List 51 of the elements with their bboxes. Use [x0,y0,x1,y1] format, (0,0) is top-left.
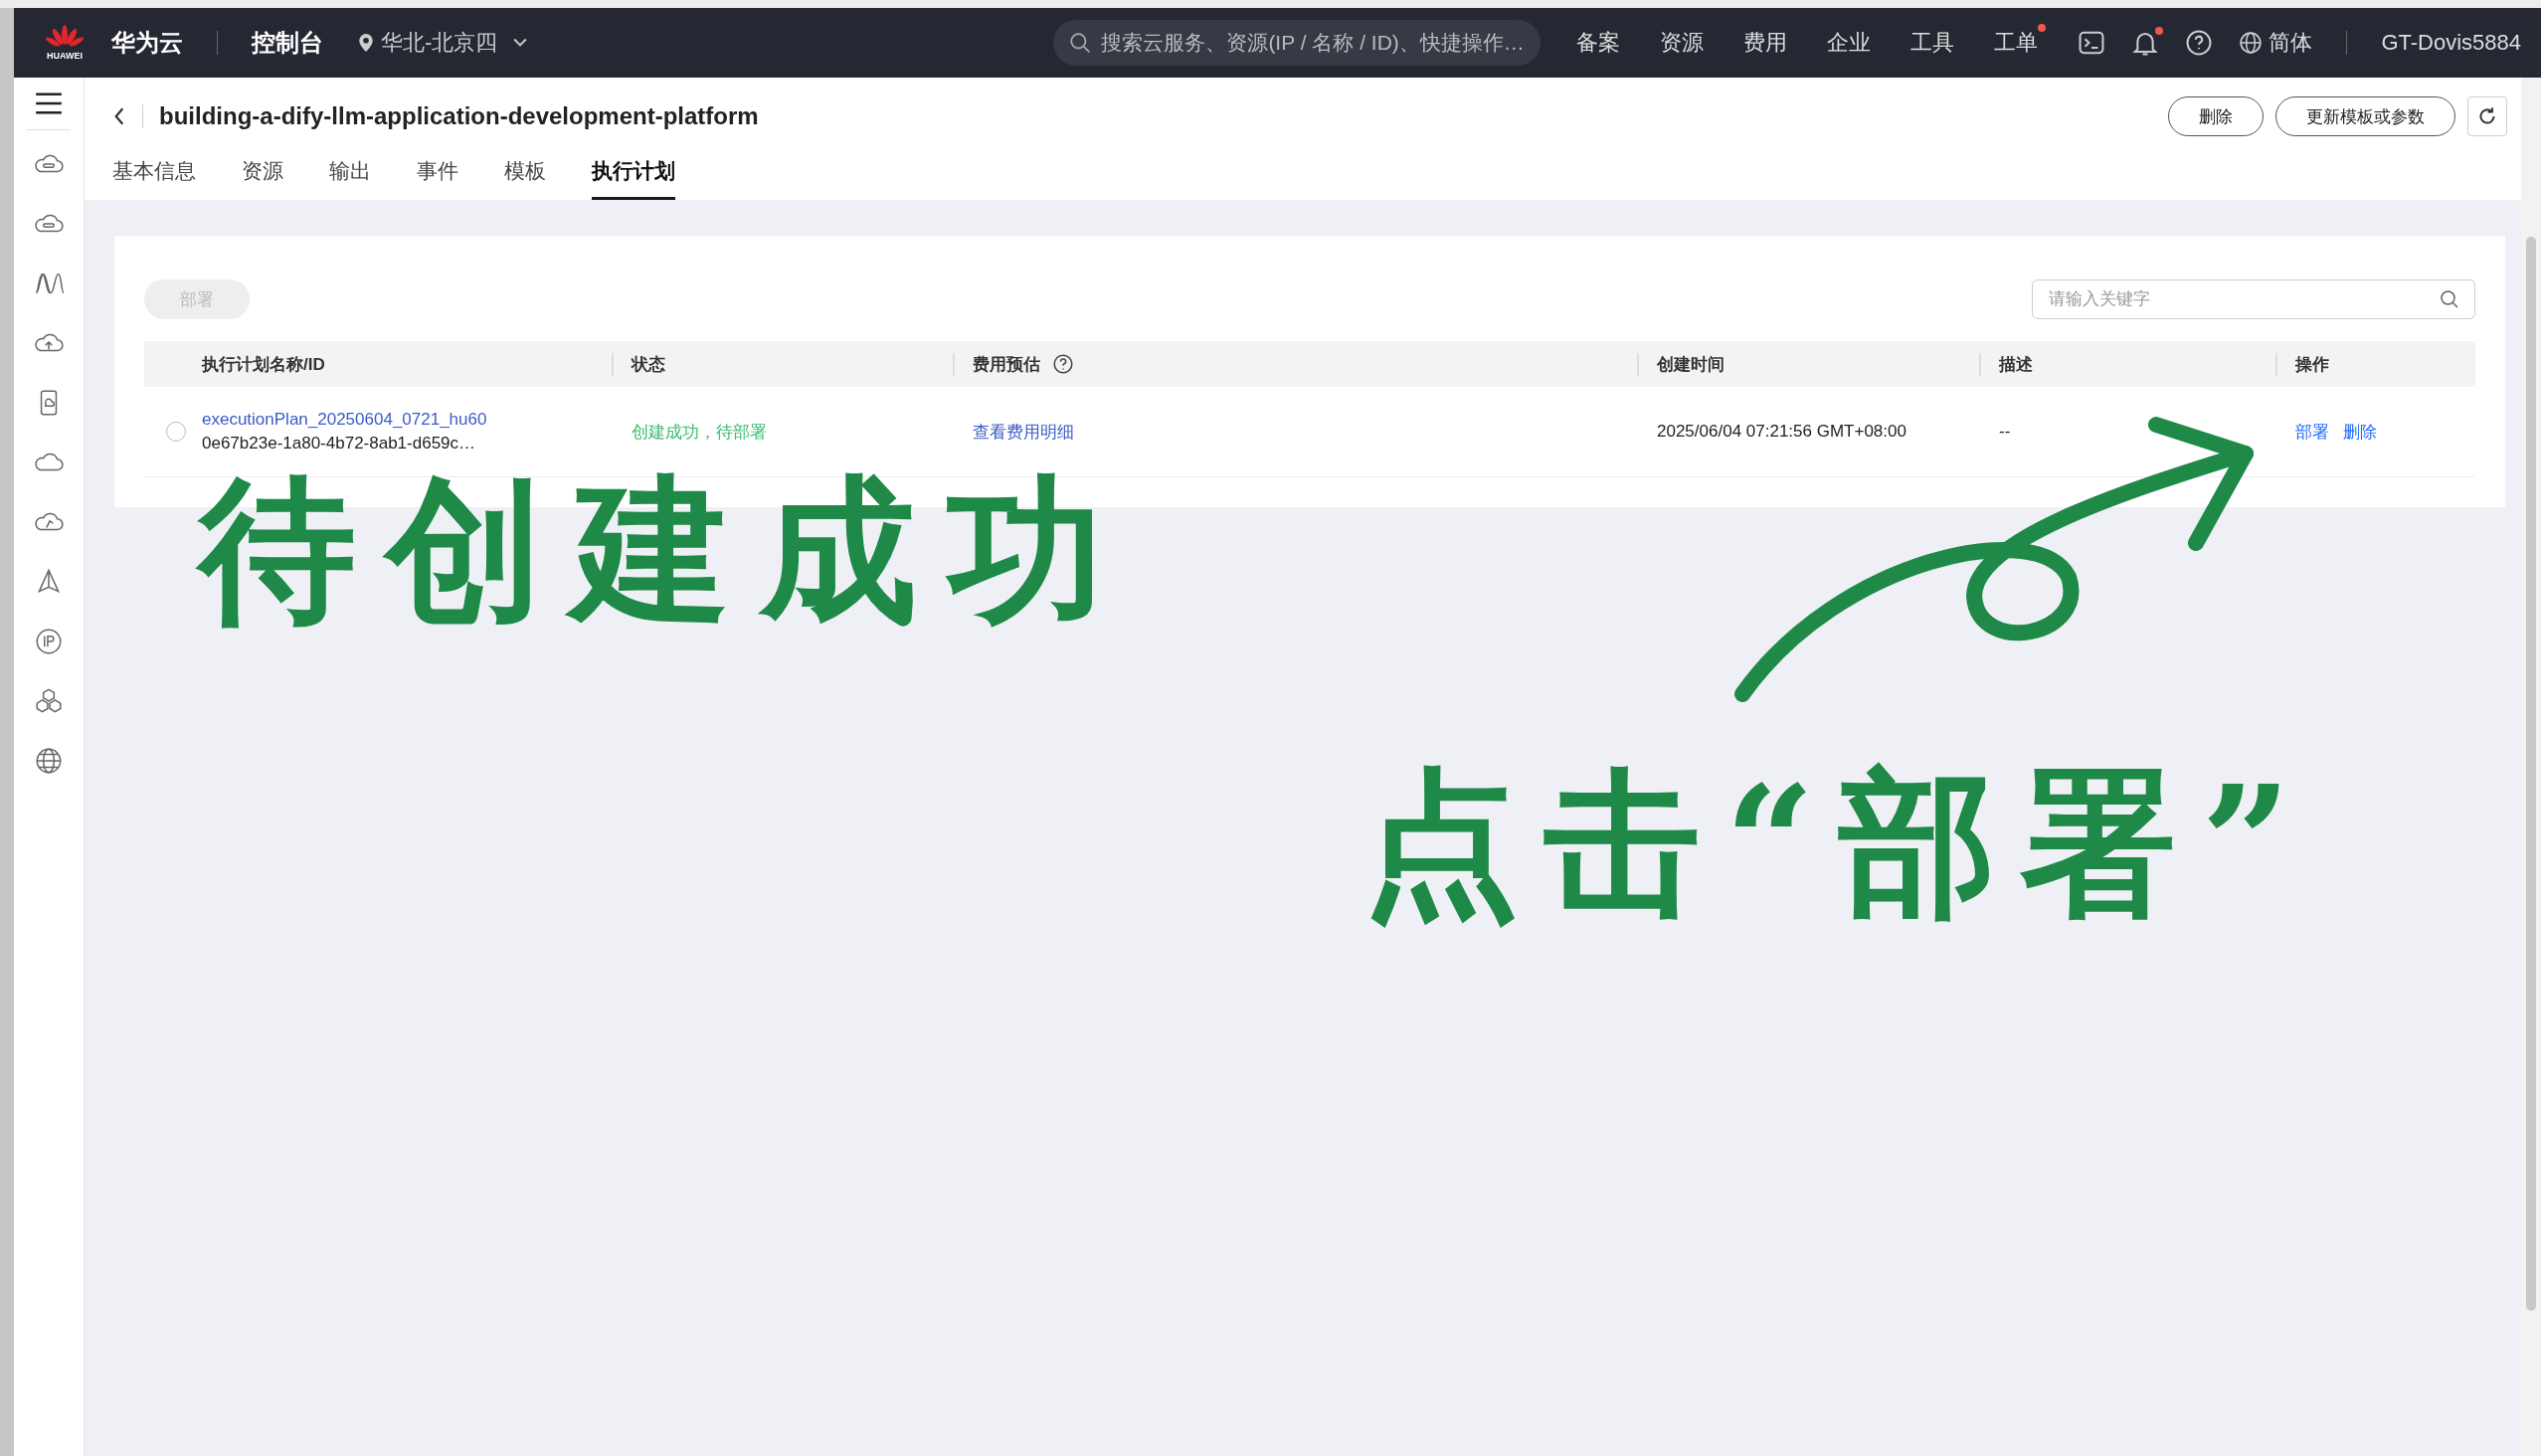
search-field[interactable]: 搜索云服务、资源(IP / 名称 / ID)、快捷操作… [1053,20,1542,66]
language-selector[interactable]: 简体 [2239,28,2313,58]
column-header: 执行计划名称/ID [202,353,325,376]
console-link[interactable]: 控制台 [252,27,323,59]
tab[interactable]: 资源 [242,147,283,200]
description-text: -- [1999,422,2011,442]
tab[interactable]: 执行计划 [592,147,675,200]
tab[interactable]: 事件 [417,147,458,200]
help-icon[interactable] [1052,353,1074,375]
created-time: 2025/06/04 07:21:56 GMT+08:00 [1657,422,1906,442]
tab[interactable]: 输出 [329,147,371,200]
keyword-search-field[interactable]: 请输入关键字 [2032,279,2475,319]
nav-link[interactable]: 工单 [1994,30,2039,55]
user-name[interactable]: GT-Dovis5884 [2381,30,2521,56]
nav-link[interactable]: 资源 [1660,30,1705,55]
refresh-button[interactable] [2467,96,2507,136]
help-icon[interactable] [2185,29,2214,57]
chevron-down-icon [513,38,528,48]
column-header: 状态 [632,353,665,376]
nav-link[interactable]: 工具 [1910,30,1955,55]
logo-text: HUAWEI [47,51,83,61]
action-link[interactable]: 删除 [2343,420,2377,444]
globe-icon [2239,31,2264,55]
plan-name-link[interactable]: executionPlan_20250604_0721_hu60 [202,410,487,430]
terminal-icon[interactable] [2078,29,2106,57]
nav-link[interactable]: 费用 [1743,30,1788,55]
plan-id: 0e67b23e-1a80-4b72-8ab1-d659c… [202,434,476,454]
search-icon [1069,32,1092,54]
action-link[interactable]: 部署 [2295,420,2329,444]
column-header: 创建时间 [1657,353,1724,376]
header-button[interactable]: 更新模板或参数 [2275,96,2455,136]
region-selector[interactable]: 华北-北京四 [359,28,528,58]
tab[interactable]: 模板 [504,147,546,200]
scrollbar[interactable] [2526,237,2536,1311]
header-button[interactable]: 删除 [2168,96,2264,136]
tab[interactable]: 基本信息 [112,147,196,200]
status-text: 创建成功，待部署 [632,421,767,444]
column-header: 操作 [2295,353,2329,376]
brand-logo[interactable]: HUAWEI [42,25,88,61]
column-header: 费用预估 [973,353,1040,376]
back-icon[interactable] [112,105,126,127]
page-title: building-a-dify-llm-application-development-platform [159,102,759,130]
handwritten-note: 点击“部署” [1362,750,2315,937]
nav-link[interactable]: 企业 [1827,30,1872,55]
column-header: 描述 [1999,353,2033,376]
nav-link[interactable]: 备案 [1576,30,1621,55]
menu-icon[interactable] [35,91,63,115]
brand-name: 华为云 [111,28,183,58]
location-pin-icon [359,34,373,52]
search-icon[interactable] [2440,289,2459,309]
cost-detail-link[interactable]: 查看费用明细 [973,420,1074,444]
